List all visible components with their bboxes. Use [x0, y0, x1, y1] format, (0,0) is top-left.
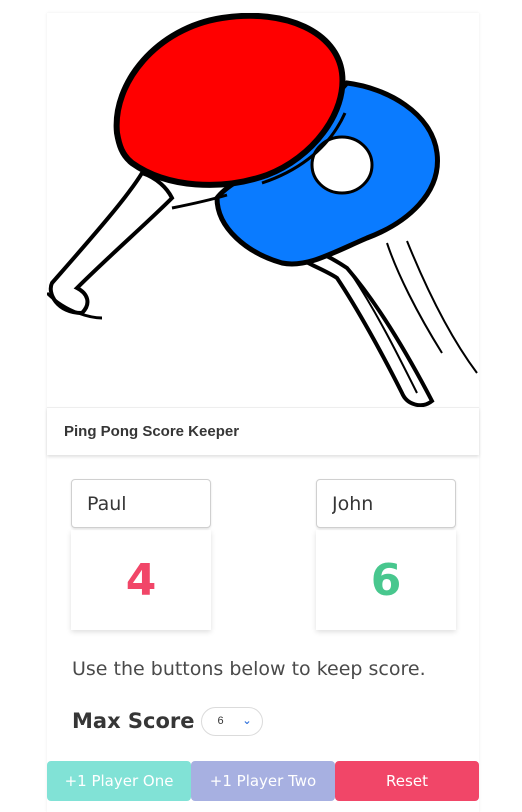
player-one-score: 4	[71, 530, 211, 630]
player-one-name-input[interactable]	[71, 479, 211, 528]
player-two-name-input[interactable]	[316, 479, 456, 528]
max-score-select[interactable]: 6 ⌄	[200, 706, 263, 736]
score-keeper-card: Ping Pong Score Keeper 4 6 Use the butto…	[47, 13, 479, 812]
max-score-row: Max Score 6 ⌄	[72, 701, 263, 741]
ping-pong-paddles-icon	[47, 13, 478, 407]
player-one-add-button[interactable]: +1 Player One	[47, 761, 191, 801]
max-score-label: Max Score	[72, 709, 195, 733]
ping-pong-paddles-image	[47, 13, 479, 407]
app-title: Ping Pong Score Keeper	[47, 407, 479, 455]
player-two-panel: 6	[316, 479, 456, 630]
chevron-down-icon: ⌄	[242, 714, 252, 727]
max-score-value: 6	[217, 715, 224, 727]
player-two-add-button[interactable]: +1 Player Two	[191, 761, 335, 801]
reset-button[interactable]: Reset	[335, 761, 479, 801]
player-two-score: 6	[316, 530, 456, 630]
instructions-text: Use the buttons below to keep score.	[72, 658, 426, 680]
player-one-panel: 4	[71, 479, 211, 630]
